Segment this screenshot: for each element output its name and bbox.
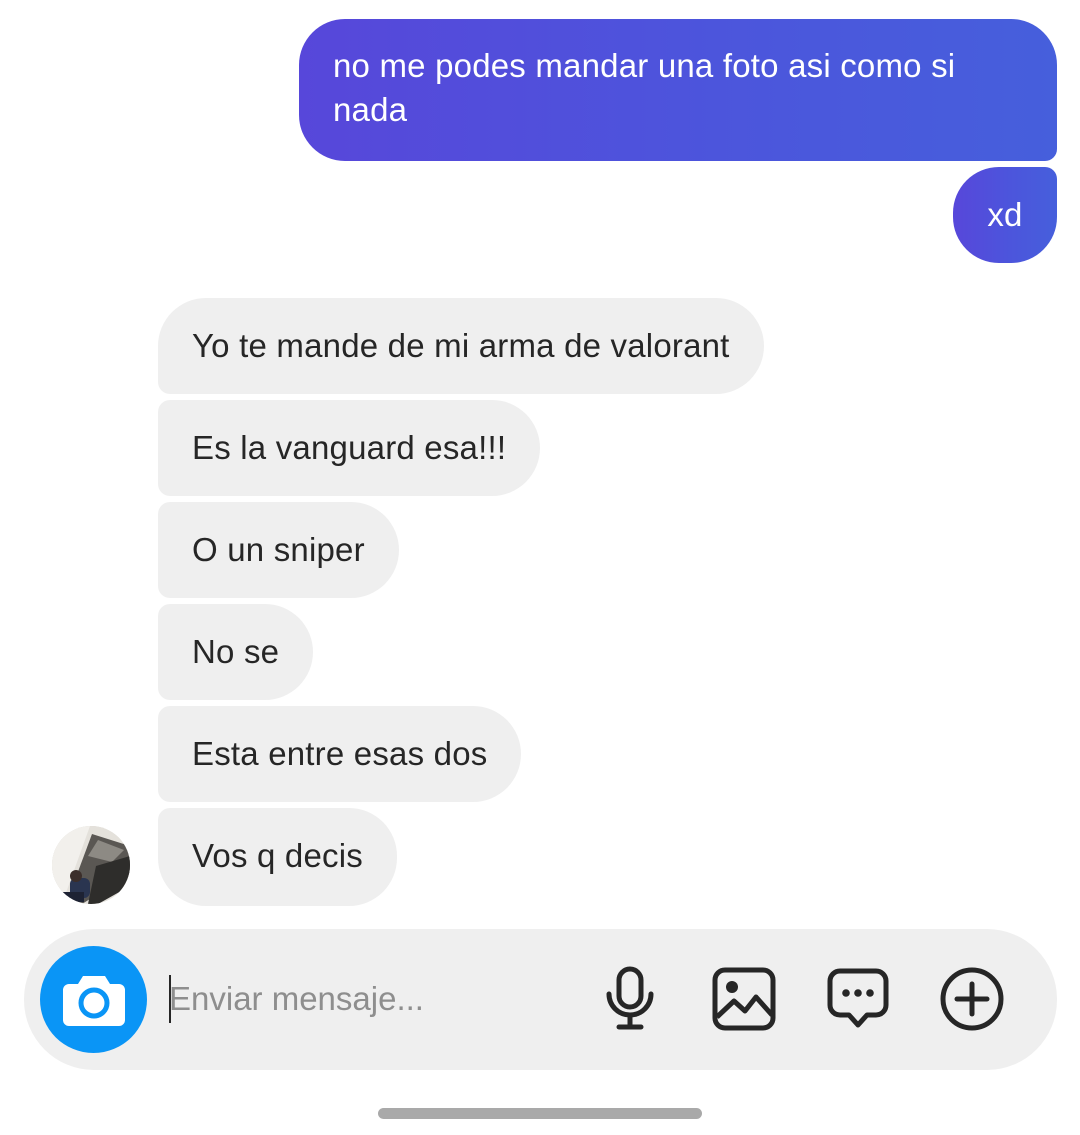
message-text: Esta entre esas dos <box>192 735 488 772</box>
message-text: Es la vanguard esa!!! <box>192 429 507 466</box>
message-composer <box>24 929 1057 1070</box>
incoming-message[interactable]: Yo te mande de mi arma de valorant <box>158 298 764 394</box>
avatar-photo <box>52 826 130 904</box>
incoming-message[interactable]: No se <box>158 604 314 700</box>
text-cursor <box>169 975 171 1023</box>
outgoing-message[interactable]: xd <box>953 167 1057 263</box>
message-text: xd <box>987 196 1023 233</box>
message-text: Yo te mande de mi arma de valorant <box>192 327 730 364</box>
chat-screen: no me podes mandar una foto asi como si … <box>0 0 1080 1135</box>
sticker-icon <box>827 968 889 1028</box>
incoming-message[interactable]: O un sniper <box>158 502 399 598</box>
plus-icon <box>940 967 1004 1031</box>
message-text: O un sniper <box>192 531 365 568</box>
home-indicator[interactable] <box>378 1108 702 1119</box>
outgoing-message[interactable]: no me podes mandar una foto asi como si … <box>299 19 1057 161</box>
sticker-button[interactable] <box>823 964 893 1034</box>
message-text: No se <box>192 633 280 670</box>
gallery-button[interactable] <box>709 964 779 1034</box>
message-input[interactable] <box>169 969 579 1029</box>
incoming-message[interactable]: Vos q decis <box>158 808 397 906</box>
incoming-message[interactable]: Esta entre esas dos <box>158 706 522 802</box>
avatar[interactable] <box>52 826 130 904</box>
microphone-icon <box>606 966 654 1030</box>
more-options-button[interactable] <box>937 964 1007 1034</box>
gallery-icon <box>712 967 776 1031</box>
message-text: Vos q decis <box>192 837 363 874</box>
camera-button[interactable] <box>40 946 147 1053</box>
voice-message-button[interactable] <box>595 964 665 1034</box>
camera-icon <box>62 975 125 1026</box>
message-text: no me podes mandar una foto asi como si … <box>333 47 956 128</box>
incoming-message[interactable]: Es la vanguard esa!!! <box>158 400 541 496</box>
